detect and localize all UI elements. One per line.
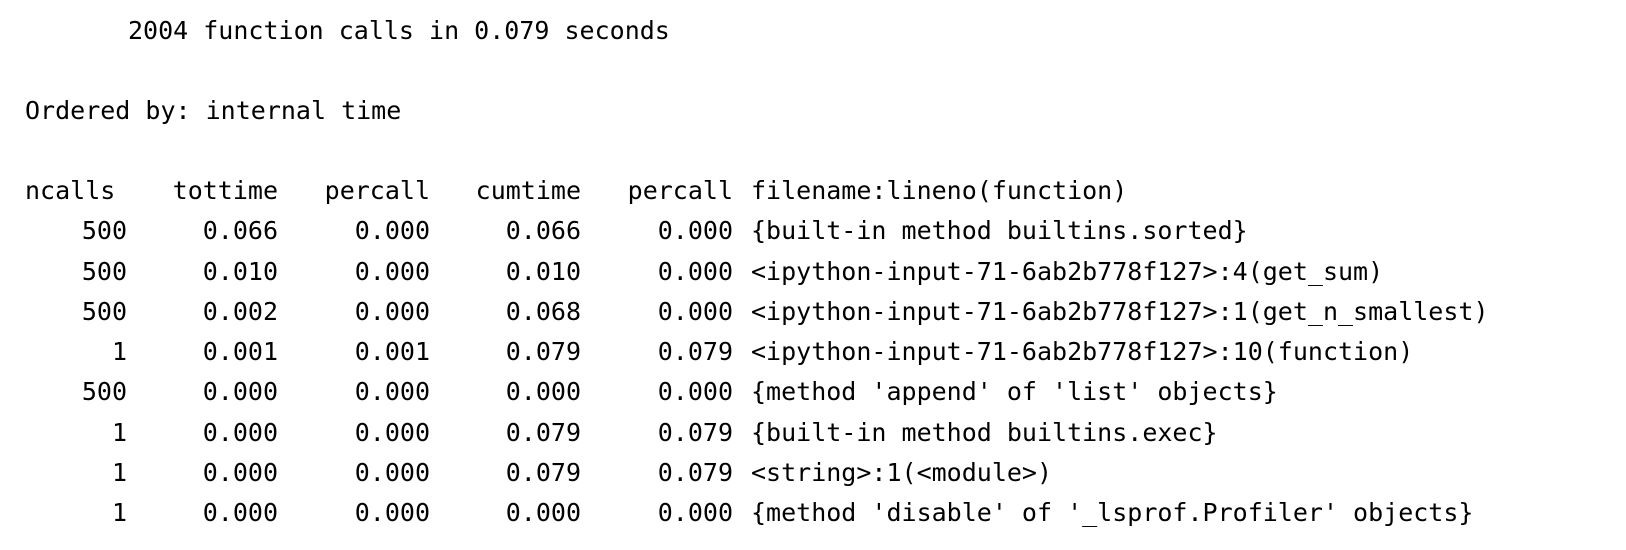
table-row: 1 0.000 0.000 0.079 0.079 {built-in meth… [25, 413, 1489, 453]
cell-function: {method 'append' of 'list' objects} [751, 377, 1278, 407]
table-row: 500 0.010 0.000 0.010 0.000 <ipython-inp… [25, 252, 1489, 292]
cell-function: {method 'disable' of '_lsprof.Profiler' … [751, 498, 1474, 528]
cell-tottime: 0.010 [202, 256, 278, 286]
cell-percall: 0.000 [354, 256, 430, 286]
header-percall-cumulative: percall [627, 176, 733, 205]
header-percall: percall [324, 176, 430, 205]
cell-tottime: 0.000 [202, 417, 278, 447]
cell-ncalls: 1 [111, 417, 127, 447]
cell-ncalls: 500 [81, 216, 127, 246]
cell-percall-cumulative: 0.079 [657, 417, 733, 447]
cell-tottime: 0.000 [202, 458, 278, 488]
cell-ncalls: 1 [111, 337, 127, 367]
cell-tottime: 0.000 [202, 377, 278, 407]
cell-percall: 0.000 [354, 216, 430, 246]
cell-ncalls: 500 [81, 377, 127, 407]
cell-tottime: 0.000 [202, 498, 278, 528]
cell-ncalls: 1 [111, 458, 127, 488]
cell-cumtime: 0.010 [505, 256, 581, 286]
cell-cumtime: 0.079 [505, 337, 581, 367]
cell-function: <string>:1(<module>) [751, 458, 1053, 488]
cell-percall-cumulative: 0.000 [657, 256, 733, 286]
cell-function: <ipython-input-71-6ab2b778f127>:1(get_n_… [751, 296, 1489, 326]
table-row: 1 0.000 0.000 0.000 0.000 {method 'disab… [25, 493, 1489, 533]
cell-tottime: 0.002 [202, 296, 278, 326]
table-row: 1 0.001 0.001 0.079 0.079 <ipython-input… [25, 332, 1489, 372]
cell-function: <ipython-input-71-6ab2b778f127>:4(get_su… [751, 256, 1384, 286]
cell-cumtime: 0.000 [505, 377, 581, 407]
cell-percall: 0.000 [354, 377, 430, 407]
cell-cumtime: 0.000 [505, 498, 581, 528]
cell-ncalls: 500 [81, 296, 127, 326]
cell-percall-cumulative: 0.000 [657, 498, 733, 528]
cell-percall: 0.000 [354, 296, 430, 326]
cell-function: <ipython-input-71-6ab2b778f127>:10(funct… [751, 337, 1414, 367]
cell-cumtime: 0.068 [505, 296, 581, 326]
cell-percall: 0.000 [354, 498, 430, 528]
cell-cumtime: 0.066 [505, 216, 581, 246]
table-row: 500 0.000 0.000 0.000 0.000 {method 'app… [25, 372, 1489, 412]
cell-percall-cumulative: 0.000 [657, 377, 733, 407]
cell-percall-cumulative: 0.079 [657, 458, 733, 488]
cell-tottime: 0.066 [202, 216, 278, 246]
cell-function: {built-in method builtins.sorted} [751, 216, 1248, 246]
cell-percall: 0.000 [354, 458, 430, 488]
cell-ncalls: 500 [81, 256, 127, 286]
cell-function: {built-in method builtins.exec} [751, 417, 1218, 447]
header-function: filename:lineno(function) [751, 176, 1128, 205]
table-row: 500 0.002 0.000 0.068 0.000 <ipython-inp… [25, 292, 1489, 332]
cell-percall-cumulative: 0.079 [657, 337, 733, 367]
profile-summary: 2004 function calls in 0.079 seconds [128, 16, 670, 45]
cell-tottime: 0.001 [202, 337, 278, 367]
table-row: 500 0.066 0.000 0.066 0.000 {built-in me… [25, 211, 1489, 251]
cell-cumtime: 0.079 [505, 458, 581, 488]
table-row: 1 0.000 0.000 0.079 0.079 <string>:1(<mo… [25, 453, 1489, 493]
header-cumtime: cumtime [475, 176, 581, 205]
table-header-row: ncalls tottime percall cumtime percall f… [25, 171, 1489, 211]
header-ncalls: ncalls [25, 176, 116, 205]
cell-cumtime: 0.079 [505, 417, 581, 447]
sort-order-label: Ordered by: internal time [25, 96, 402, 125]
cell-percall: 0.001 [354, 337, 430, 367]
cell-percall: 0.000 [354, 417, 430, 447]
header-tottime: tottime [172, 176, 278, 205]
cell-ncalls: 1 [111, 498, 127, 528]
cell-percall-cumulative: 0.000 [657, 216, 733, 246]
profile-stats-table: ncalls tottime percall cumtime percall f… [25, 171, 1489, 534]
cell-percall-cumulative: 0.000 [657, 296, 733, 326]
